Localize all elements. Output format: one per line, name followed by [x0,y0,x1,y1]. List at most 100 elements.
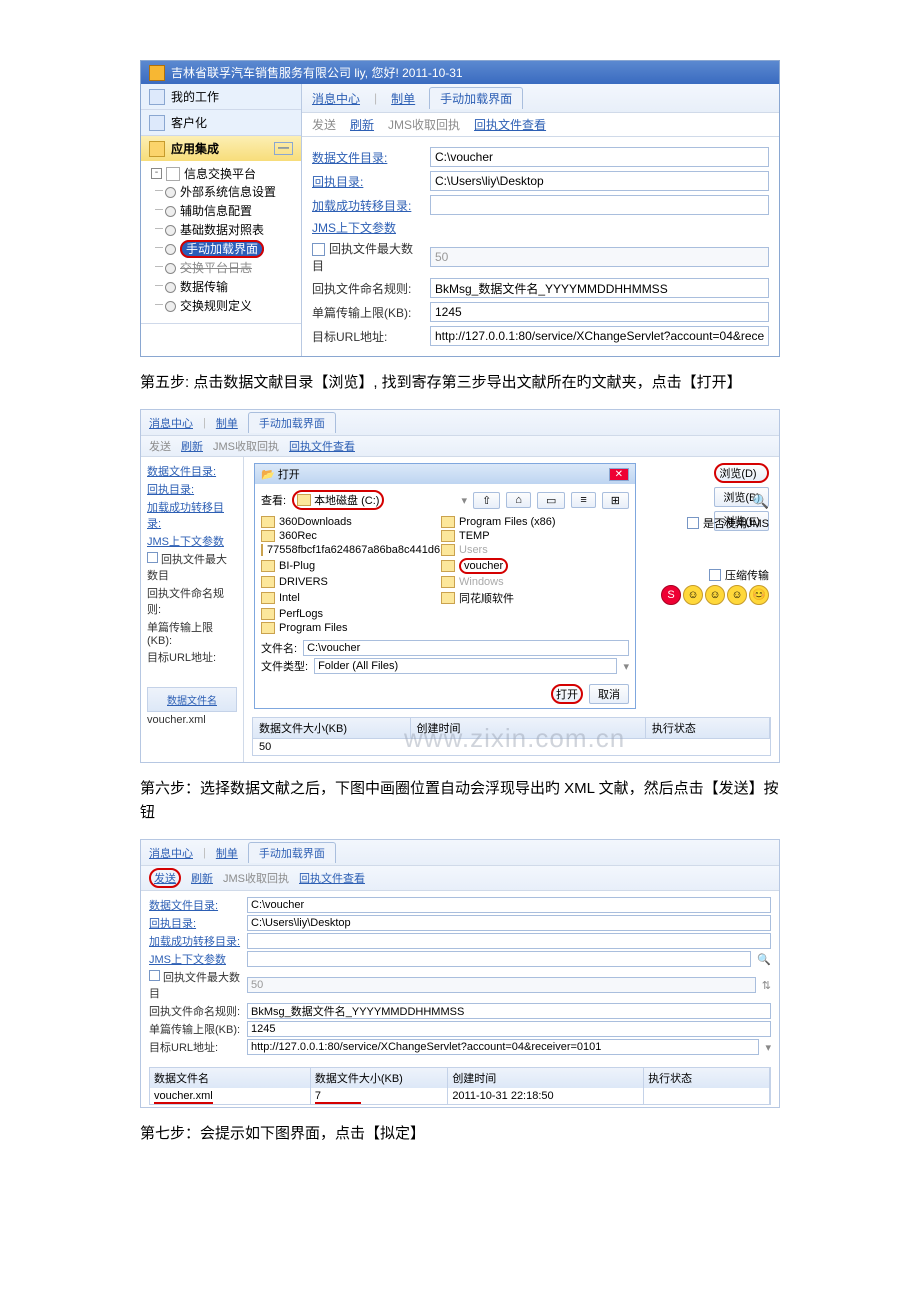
data-dir-input[interactable] [430,147,769,167]
send-button[interactable]: 发送 [312,116,336,133]
file-name-label: 文件名: [261,640,297,656]
nav-my-work[interactable]: 我的工作 [141,84,301,109]
search-icon[interactable]: 🔍 [752,493,769,510]
compress-checkbox[interactable]: 压缩传输 [709,567,769,583]
list-view-icon[interactable]: ≡ [571,492,595,508]
tab-manual-load[interactable]: 手动加载界面 [248,842,336,863]
jms-receipt-button[interactable]: JMS收取回执 [213,438,279,454]
success-dir-input[interactable] [430,195,769,215]
data-dir-input[interactable] [247,897,771,913]
folder-item[interactable]: Windows [441,576,591,588]
folder-item[interactable]: 同花顺软件 [441,590,591,606]
jms-receipt-button[interactable]: JMS收取回执 [388,116,460,133]
mini-header: 数据文件名 [147,687,237,712]
browse-d-button[interactable]: 浏览(D) [714,463,769,483]
order-link[interactable]: 制单 [216,415,238,431]
tree-item[interactable]: 交换平台日志 [165,258,297,277]
url-input[interactable] [247,1039,759,1055]
jms-ctx-label[interactable]: JMS上下文参数 [149,951,241,967]
folder-item[interactable]: Users [441,544,591,556]
receipt-view-button[interactable]: 回执文件查看 [474,116,546,133]
chevron-down-icon[interactable]: ▾ [623,660,629,673]
tree-item[interactable]: 基础数据对照表 [165,220,297,239]
open-button[interactable]: 打开 [551,684,583,704]
checkbox-icon[interactable] [312,243,325,256]
send-button[interactable]: 发送 [149,868,181,888]
checkbox-icon[interactable] [149,970,160,981]
use-jms-checkbox[interactable]: 是否使用JMS [687,515,769,531]
folder-list: 360Downloads Program Files (x86) 360Rec … [261,512,629,638]
naming-input[interactable] [247,1003,771,1019]
order-link[interactable]: 制单 [216,845,238,861]
jms-ctx-input[interactable] [247,951,751,967]
receipt-view-button[interactable]: 回执文件查看 [299,870,365,886]
file-name-input[interactable] [303,640,629,656]
detail-view-icon[interactable]: ⊞ [602,492,629,509]
max-receipt-input[interactable] [430,247,769,267]
search-icon[interactable]: 🔍 [757,953,771,966]
action-row-2: 发送 刷新 JMS收取回执 回执文件查看 [141,436,779,457]
folder-item[interactable]: 360Rec [261,530,411,542]
cell-ctime: 2011-10-31 22:18:50 [448,1088,644,1104]
folder-item[interactable]: 77558fbcf1fa624867a86ba8c441d61d [261,544,411,556]
tree-root[interactable]: - 信息交换平台 [151,165,297,182]
nav-integration[interactable]: 应用集成 — [141,136,301,161]
tree-item[interactable]: 数据传输 [165,277,297,296]
face-icon: 😊 [749,585,769,605]
tab-manual-load[interactable]: 手动加载界面 [429,87,523,109]
chevron-down-icon[interactable]: ▾ [462,494,468,507]
module-icon [149,141,165,157]
tab-manual-load[interactable]: 手动加载界面 [248,412,336,433]
checkbox-icon[interactable] [147,552,158,563]
success-dir-input[interactable] [247,933,771,949]
receipt-view-button[interactable]: 回执文件查看 [289,438,355,454]
naming-input[interactable] [430,278,769,298]
stepper-icon[interactable]: ⇅ [762,979,771,992]
order-link[interactable]: 制单 [391,90,415,107]
file-type-input[interactable] [314,658,617,674]
send-button[interactable]: 发送 [149,438,171,454]
tree-item[interactable]: 辅助信息配置 [165,201,297,220]
collapse-icon[interactable]: — [274,142,293,155]
refresh-button[interactable]: 刷新 [181,438,203,454]
jms-receipt-button[interactable]: JMS收取回执 [223,870,289,886]
node-icon [165,187,176,198]
upload-limit-input[interactable] [430,302,769,322]
jms-ctx-label[interactable]: JMS上下文参数 [312,219,422,236]
close-icon[interactable]: ✕ [609,468,629,481]
folder-item[interactable]: Program Files [261,622,411,634]
chevron-down-icon[interactable]: ▾ [765,1041,771,1054]
folder-item[interactable]: BI-Plug [261,558,411,574]
tree-item[interactable]: 外部系统信息设置 [165,182,297,201]
folder-item[interactable]: PerfLogs [261,608,411,620]
url-input[interactable] [430,326,769,346]
max-input[interactable] [247,977,756,993]
tree-item-active[interactable]: 手动加载界面 [165,239,297,258]
folder-item[interactable]: DRIVERS [261,576,411,588]
new-folder-icon[interactable]: ▭ [537,492,565,509]
home-icon[interactable]: ⌂ [506,492,531,508]
msg-center-link[interactable]: 消息中心 [149,415,193,431]
refresh-button[interactable]: 刷新 [191,870,213,886]
receipt-dir-input[interactable] [430,171,769,191]
folder-item[interactable]: Program Files (x86) [441,516,591,528]
msg-center-link[interactable]: 消息中心 [149,845,193,861]
limit-input[interactable] [247,1021,771,1037]
folder-item[interactable]: TEMP [441,530,591,542]
folder-item[interactable]: 360Downloads [261,516,411,528]
refresh-button[interactable]: 刷新 [350,116,374,133]
folder-item-voucher[interactable]: voucher [441,558,591,574]
receipt-dir-input[interactable] [247,915,771,931]
cancel-button[interactable]: 取消 [589,684,629,704]
look-in-combo[interactable]: 本地磁盘 (C:) [292,490,384,510]
success-dir-label: 加载成功转移目录: [149,933,241,949]
expand-icon[interactable]: - [151,168,162,179]
step7-text: 第七步：会提示如下图界面，点击【拟定】 [140,1122,780,1146]
tree-item[interactable]: 交换规则定义 [165,296,297,315]
nav-customize[interactable]: 客户化 [141,110,301,135]
folder-item[interactable]: Intel [261,590,411,606]
up-icon[interactable]: ⇧ [473,492,500,509]
msg-center-link[interactable]: 消息中心 [312,90,360,107]
table-header: 数据文件名 数据文件大小(KB) 创建时间 执行状态 [150,1068,770,1088]
table-row[interactable]: voucher.xml 7 2011-10-31 22:18:50 [150,1088,770,1104]
